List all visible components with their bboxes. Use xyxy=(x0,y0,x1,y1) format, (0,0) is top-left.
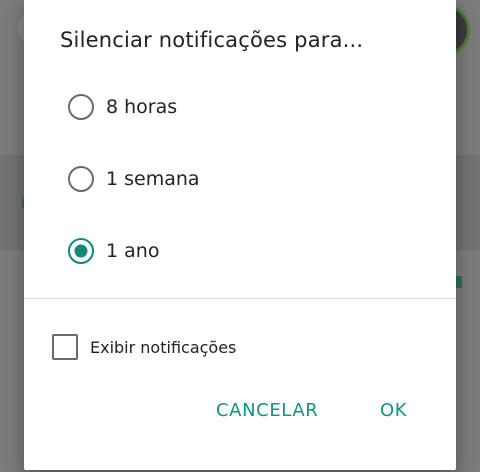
checkbox-label: Exibir notificações xyxy=(90,337,237,357)
ok-button[interactable]: OK xyxy=(374,396,413,425)
radio-unchecked-icon[interactable] xyxy=(68,94,94,120)
dialog-title: Silenciar notificações para... xyxy=(60,28,364,52)
option-label: 1 semana xyxy=(106,168,200,190)
radio-unchecked-icon[interactable] xyxy=(68,166,94,192)
option-1-year[interactable]: 1 ano xyxy=(68,231,159,271)
radio-dot-icon xyxy=(74,244,88,258)
mute-notifications-dialog: Silenciar notificações para... 8 horas 1… xyxy=(24,0,456,470)
option-label: 1 ano xyxy=(106,240,160,262)
cancel-button[interactable]: CANCELAR xyxy=(210,396,324,425)
option-8-hours[interactable]: 8 horas xyxy=(68,87,177,127)
radio-checked-icon[interactable] xyxy=(68,238,94,264)
checkbox-unchecked-icon[interactable] xyxy=(52,334,78,360)
divider xyxy=(24,298,456,299)
show-notifications-checkbox-row[interactable]: Exibir notificações xyxy=(52,334,236,360)
option-label: 8 horas xyxy=(106,96,178,118)
option-1-week[interactable]: 1 semana xyxy=(68,159,200,199)
